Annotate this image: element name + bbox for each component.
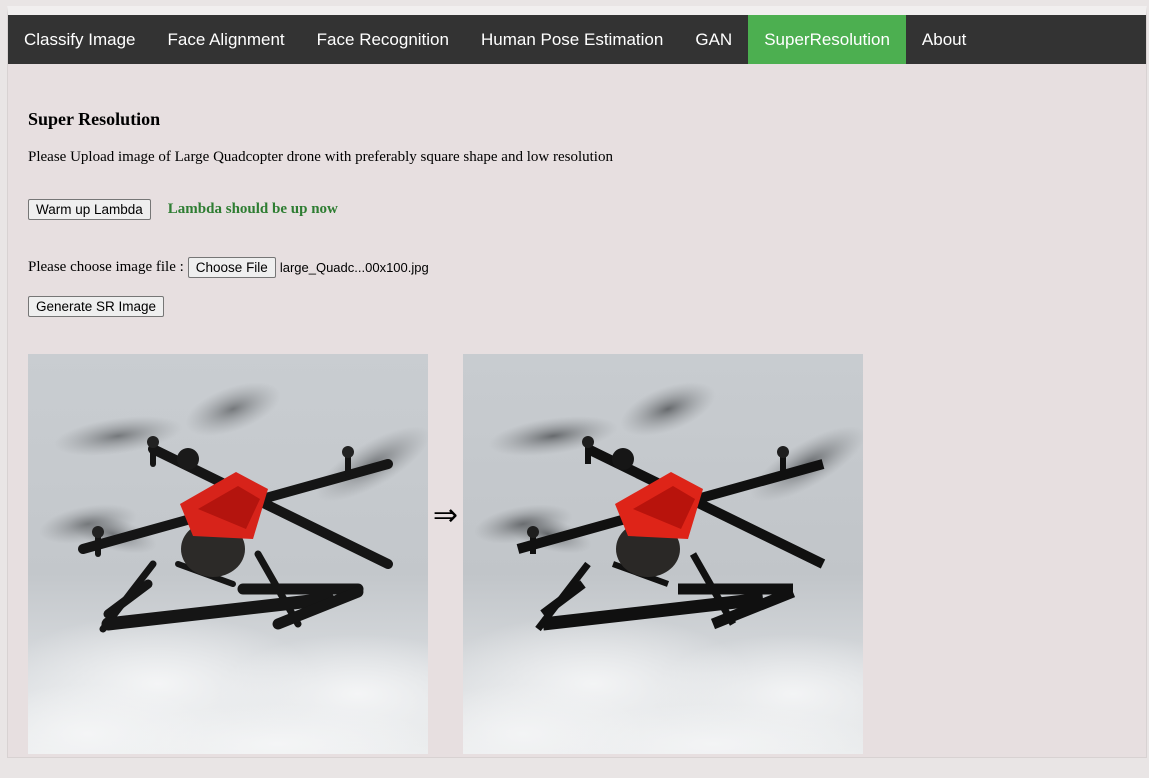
quadcopter-drone-image	[463, 354, 863, 754]
quadcopter-drone-image	[28, 354, 428, 754]
input-drone-image	[28, 354, 428, 754]
generate-sr-image-button[interactable]: Generate SR Image	[28, 296, 165, 317]
nav-item-gan[interactable]: GAN	[679, 15, 748, 64]
warm-up-lambda-button[interactable]: Warm up Lambda	[28, 199, 151, 220]
selected-file-name: large_Quadc...00x100.jpg	[279, 260, 429, 275]
page-description: Please Upload image of Large Quadcopter …	[28, 149, 613, 165]
nav-item-about[interactable]: About	[906, 15, 982, 64]
lambda-status-text: Lambda should be up now	[167, 201, 338, 217]
file-chooser-row: Please choose image file : Choose File l…	[28, 257, 429, 278]
page-title: Super Resolution	[28, 109, 161, 129]
warmup-row: Warm up Lambda Lambda should be up now	[28, 199, 338, 220]
app-frame: Classify Image Face Alignment Face Recog…	[7, 6, 1147, 758]
nav-item-human-pose-estimation[interactable]: Human Pose Estimation	[465, 15, 679, 64]
nav-item-face-recognition[interactable]: Face Recognition	[301, 15, 465, 64]
right-arrow-icon: ⇒	[432, 498, 459, 533]
generate-row: Generate SR Image	[28, 296, 165, 317]
main-content: Super Resolution Please Upload image of …	[28, 64, 1136, 757]
file-chooser-label: Please choose image file :	[28, 259, 184, 275]
choose-file-button[interactable]: Choose File	[187, 257, 276, 278]
top-navbar: Classify Image Face Alignment Face Recog…	[8, 15, 1146, 64]
nav-item-classify-image[interactable]: Classify Image	[8, 15, 151, 64]
output-drone-image	[463, 354, 863, 754]
nav-item-superresolution[interactable]: SuperResolution	[748, 15, 906, 64]
nav-item-face-alignment[interactable]: Face Alignment	[151, 15, 300, 64]
